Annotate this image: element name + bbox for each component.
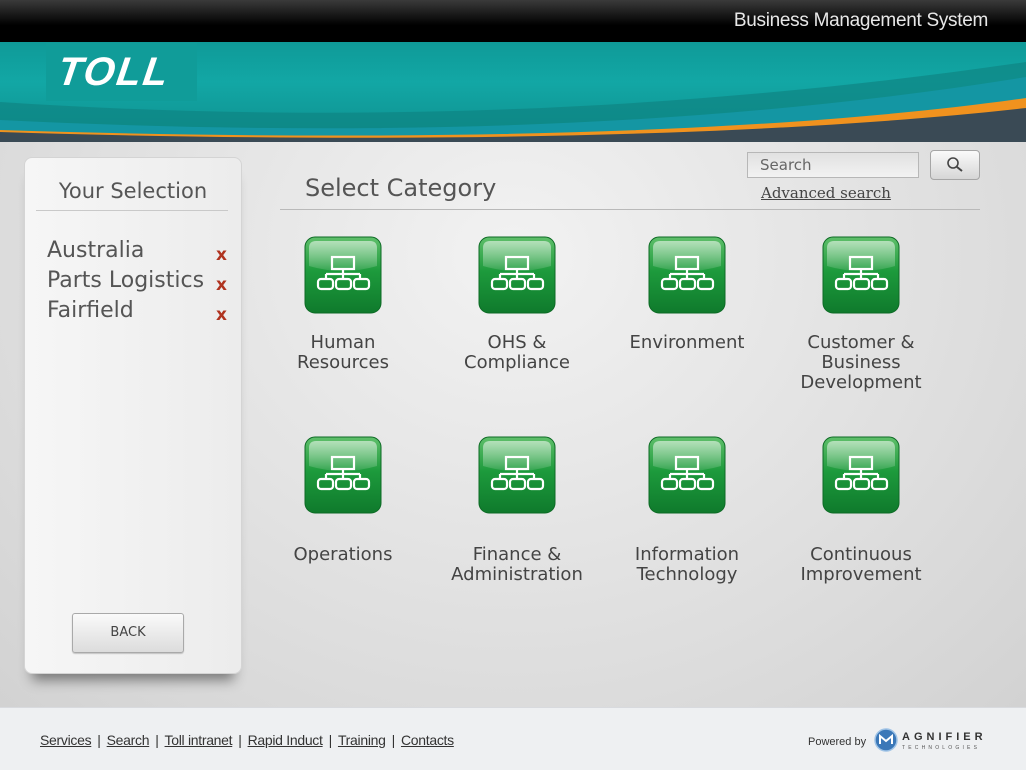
selection-item: Australia x (47, 238, 227, 268)
selection-item: Parts Logistics x (47, 268, 227, 298)
org-chart-icon (648, 236, 726, 315)
footer-link-contacts[interactable]: Contacts (401, 732, 454, 748)
separator: | (238, 732, 242, 748)
powered-by-label: Powered by (808, 736, 867, 748)
separator: | (155, 732, 159, 748)
category-label: Finance & Administration (451, 544, 583, 585)
selection-panel: Your Selection Australia x Parts Logisti… (24, 157, 242, 674)
org-chart-icon (822, 236, 900, 315)
category-label: OHS & Compliance (464, 332, 570, 373)
selection-label: Australia (47, 238, 145, 263)
vendor-subtitle: TECHNOLOGIES (902, 745, 981, 751)
org-chart-icon (648, 436, 726, 515)
magnifier-logo-icon[interactable] (874, 728, 898, 752)
selection-list: Australia x Parts Logistics x Fairfield … (47, 238, 227, 328)
footer-links: Services | Search | Toll intranet | Rapid Indu… (40, 732, 454, 748)
selection-item: Fairfield x (47, 298, 227, 328)
app-title: Business Management System (733, 10, 988, 31)
selection-label: Fairfield (47, 298, 134, 323)
org-chart-icon (478, 236, 556, 315)
org-chart-icon (304, 436, 382, 515)
page-title: Select Category (305, 174, 497, 202)
category-label: Information Technology (634, 544, 740, 585)
org-chart-icon (822, 436, 900, 515)
advanced-search-link[interactable]: Advanced search (761, 184, 891, 202)
footer-link-training[interactable]: Training (338, 732, 386, 748)
vendor-name: AGNIFIER (902, 731, 987, 743)
panel-divider (36, 210, 228, 211)
search-input[interactable] (747, 152, 919, 178)
category-label: Environment (629, 332, 745, 353)
footer-link-toll-intranet[interactable]: Toll intranet (165, 732, 233, 748)
search-button[interactable] (930, 150, 980, 180)
search-icon (947, 157, 963, 172)
org-chart-icon (304, 236, 382, 315)
toll-logo[interactable]: TOLL (55, 50, 173, 95)
heading-divider (280, 209, 980, 210)
footer-link-services[interactable]: Services (40, 732, 92, 748)
footer: Services | Search | Toll intranet | Rapid Indu… (0, 707, 1026, 770)
org-chart-icon (478, 436, 556, 515)
top-bar: Business Management System (0, 0, 1026, 42)
panel-title: Your Selection (58, 179, 208, 203)
category-label: Human Resources (297, 332, 389, 373)
footer-link-rapid-induct[interactable]: Rapid Induct (248, 732, 323, 748)
separator: | (97, 732, 101, 748)
back-button[interactable]: BACK (72, 613, 184, 653)
separator: | (391, 732, 396, 748)
category-label: Customer & Business Development (800, 332, 922, 393)
remove-icon[interactable]: x (216, 242, 227, 268)
selection-label: Parts Logistics (47, 268, 205, 293)
remove-icon[interactable]: x (216, 272, 227, 298)
category-label: Operations (293, 544, 393, 565)
remove-icon[interactable]: x (216, 302, 227, 328)
separator: | (328, 732, 333, 748)
category-label: Continuous Improvement (800, 544, 922, 585)
footer-link-search[interactable]: Search (107, 732, 150, 748)
